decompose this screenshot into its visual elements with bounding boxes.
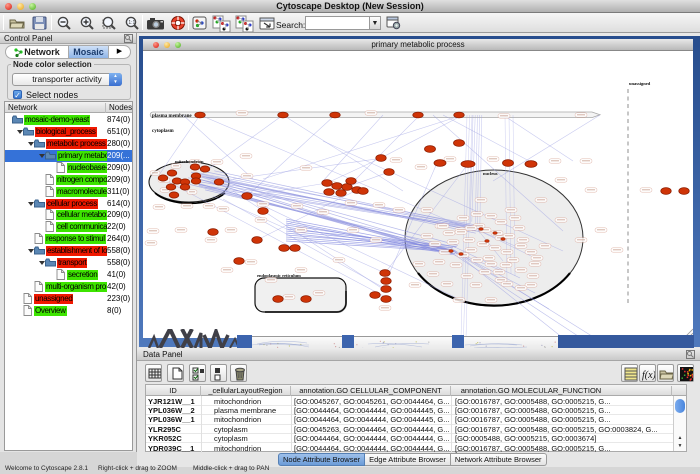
svg-text:f(x): f(x) xyxy=(642,370,655,381)
svg-text:plasma membrane: plasma membrane xyxy=(152,114,192,119)
svg-text:unassigned: unassigned xyxy=(629,81,651,86)
svg-text:mitochondrion: mitochondrion xyxy=(175,159,204,164)
svg-text:cytoplasm: cytoplasm xyxy=(152,129,175,134)
svg-text:1:1: 1:1 xyxy=(128,20,135,26)
svg-text:nucleus: nucleus xyxy=(483,171,498,176)
svg-text:endoplasmic reticulum: endoplasmic reticulum xyxy=(257,273,301,278)
